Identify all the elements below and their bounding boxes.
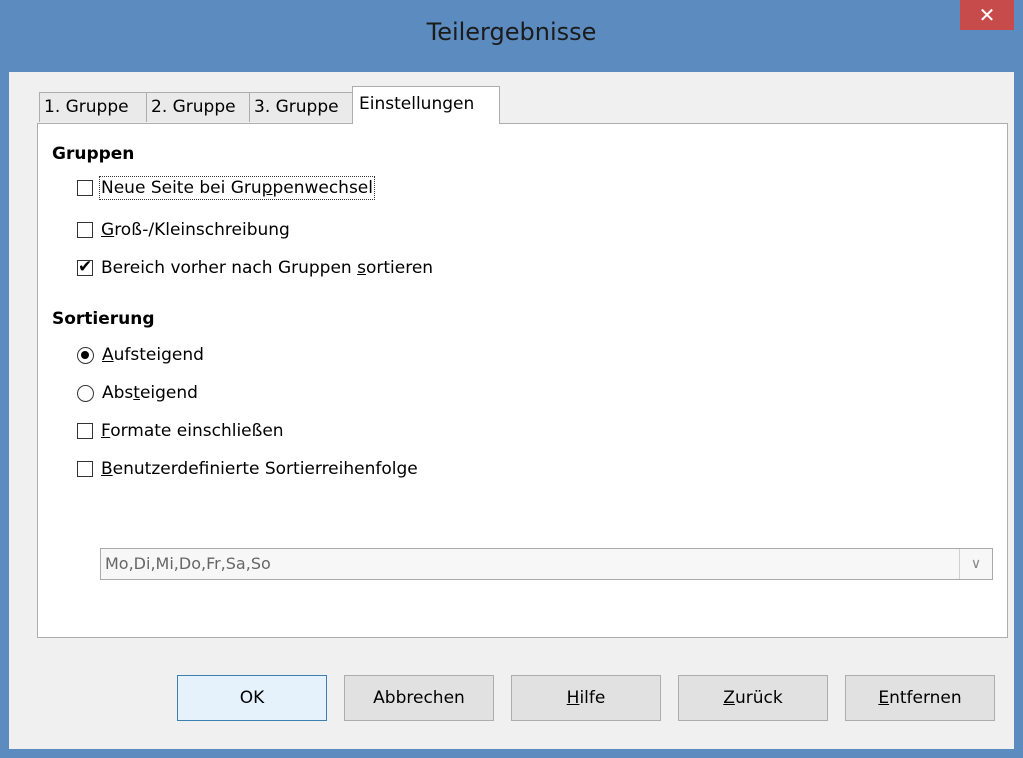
option-label: Aufsteigend (102, 345, 204, 365)
select-value: Mo,Di,Mi,Do,Fr,Sa,So (105, 554, 271, 573)
title-bar[interactable]: Teilergebnisse ✕ (0, 0, 1023, 72)
custom-sort-order-select[interactable]: Mo,Di,Mi,Do,Fr,Sa,So ∨ (100, 548, 993, 580)
settings-panel: Gruppen Neue Seite bei Gruppenwechsel Gr… (37, 123, 1008, 638)
cancel-button[interactable]: Abbrechen (344, 675, 494, 721)
button-label: Zurück (723, 688, 783, 708)
option-page-break[interactable]: Neue Seite bei Gruppenwechsel (77, 175, 375, 201)
tab-group-3[interactable]: 3. Gruppe (249, 92, 353, 122)
option-label: Neue Seite bei Gruppenwechsel (99, 176, 375, 200)
option-include-formats[interactable]: Formate einschließen (77, 418, 284, 444)
radio-ascending[interactable]: Aufsteigend (77, 342, 204, 368)
checkbox-checked[interactable]: ✔ (77, 257, 93, 277)
button-label: Abbrechen (373, 688, 465, 708)
button-label: Hilfe (566, 688, 606, 708)
chevron-down-icon[interactable]: ∨ (959, 549, 992, 579)
check-icon: ✔ (78, 257, 93, 277)
ok-button[interactable]: OK (177, 675, 327, 721)
checkbox[interactable] (77, 423, 93, 439)
option-presort[interactable]: ✔ Bereich vorher nach Gruppen sortieren (77, 255, 433, 281)
back-button[interactable]: Zurück (678, 675, 828, 721)
option-label: Formate einschließen (101, 421, 284, 441)
option-label: Groß-/Kleinschreibung (101, 220, 290, 240)
radio-button-selected[interactable] (77, 346, 94, 364)
tab-group-1[interactable]: 1. Gruppe (39, 92, 147, 122)
dialog-title: Teilergebnisse (426, 18, 597, 46)
radio-button[interactable] (77, 384, 94, 402)
dialog-body: 1. Gruppe 2. Gruppe 3. Gruppe Einstellun… (9, 72, 1014, 749)
remove-button[interactable]: Entfernen (845, 675, 995, 721)
close-button[interactable]: ✕ (960, 0, 1014, 30)
option-label: Absteigend (102, 383, 198, 403)
option-label: Benutzerdefinierte Sortierreihenfolge (101, 459, 418, 479)
radio-descending[interactable]: Absteigend (77, 380, 198, 406)
tab-group-2[interactable]: 2. Gruppe (146, 92, 250, 122)
button-label: Entfernen (878, 688, 962, 708)
checkbox[interactable] (77, 180, 93, 196)
checkbox[interactable] (77, 461, 93, 477)
option-custom-sort-order[interactable]: Benutzerdefinierte Sortierreihenfolge (77, 456, 418, 482)
button-label: OK (239, 688, 265, 708)
help-button[interactable]: Hilfe (511, 675, 661, 721)
close-icon: ✕ (978, 3, 996, 27)
tab-label: Einstellungen (359, 94, 475, 114)
option-case-sensitive[interactable]: Groß-/Kleinschreibung (77, 217, 290, 243)
tab-settings[interactable]: Einstellungen (352, 86, 500, 124)
tab-label: 3. Gruppe (254, 97, 339, 117)
dialog-window: Teilergebnisse ✕ 1. Gruppe 2. Gruppe 3. … (0, 0, 1023, 758)
groups-heading: Gruppen (52, 144, 135, 164)
checkbox[interactable] (77, 222, 93, 238)
tab-label: 2. Gruppe (151, 97, 236, 117)
sorting-heading: Sortierung (52, 309, 155, 329)
tab-label: 1. Gruppe (44, 97, 129, 117)
option-label: Bereich vorher nach Gruppen sortieren (101, 258, 434, 278)
